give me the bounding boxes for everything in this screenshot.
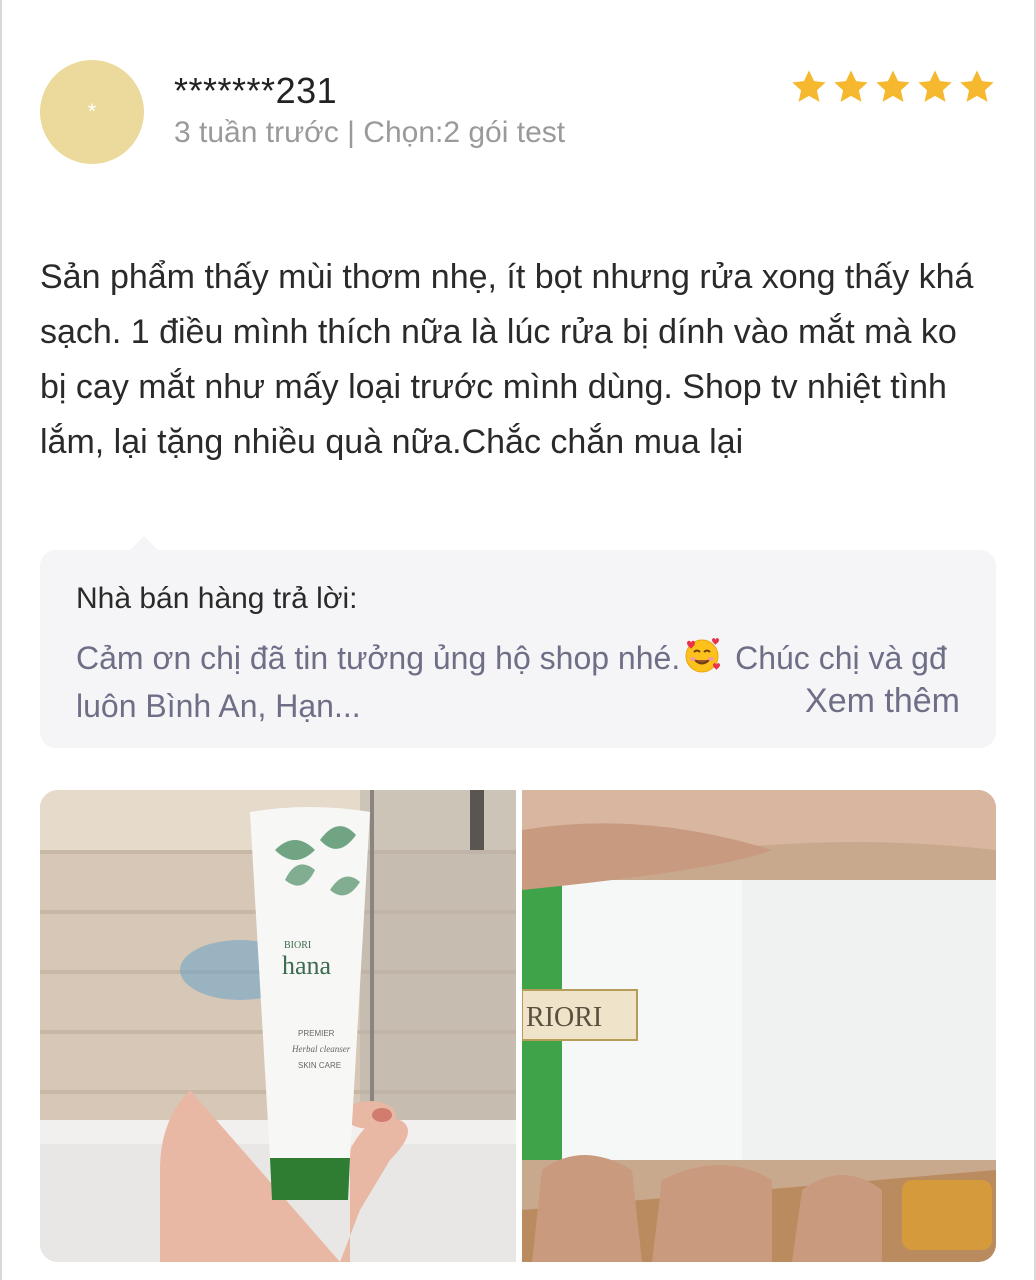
star-icon xyxy=(916,68,954,106)
star-icon xyxy=(832,68,870,106)
reviewer-username[interactable]: *******231 xyxy=(174,70,337,112)
tube-brand-small: BIORI xyxy=(284,940,311,951)
review-photos: BIORI hana PREMIER Herbal cleanser SKIN … xyxy=(40,790,996,1262)
review-meta: 3 tuần trước | Chọn:2 gói test xyxy=(174,116,566,149)
review-photo-2[interactable]: RIORI xyxy=(522,790,996,1262)
tube-line1: PREMIER xyxy=(298,1029,335,1038)
avatar-initial: * xyxy=(87,99,97,124)
smiling-face-with-hearts-icon xyxy=(682,635,722,675)
review-text: Sản phẩm thấy mùi thơm nhẹ, ít bọt nhưng… xyxy=(40,258,974,461)
seller-reply-title: Nhà bán hàng trả lời: xyxy=(76,582,358,615)
star-icon xyxy=(958,68,996,106)
reply-notch xyxy=(130,536,158,550)
star-icon xyxy=(790,68,828,106)
see-more-link[interactable]: Xem thêm xyxy=(805,682,960,721)
rating-stars xyxy=(790,68,996,106)
label-text: RIORI xyxy=(526,1002,602,1033)
tube-line3: SKIN CARE xyxy=(298,1061,341,1070)
review-photo-1[interactable]: BIORI hana PREMIER Herbal cleanser SKIN … xyxy=(40,790,516,1262)
review-header: * *******231 3 tuần trước | Chọn:2 gói t… xyxy=(40,60,996,170)
seller-reply-box: Nhà bán hàng trả lời: Cảm ơn chị đã tin … xyxy=(40,536,996,748)
tube-brand: hana xyxy=(282,951,332,980)
star-icon xyxy=(874,68,912,106)
avatar[interactable]: * xyxy=(40,60,144,164)
seller-reply-text-part1: Cảm ơn chị đã tin tưởng ủng hộ shop nhé. xyxy=(76,640,681,676)
tube-line2: Herbal cleanser xyxy=(291,1044,351,1054)
frame-left-edge xyxy=(0,0,2,1280)
